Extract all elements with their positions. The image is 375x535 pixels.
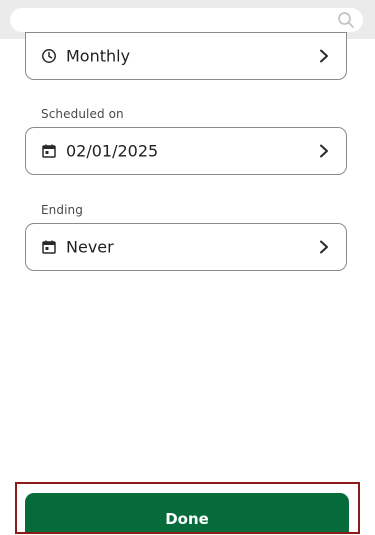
ending-label: Ending xyxy=(41,203,83,217)
done-button[interactable]: Done xyxy=(25,493,349,532)
scheduled-on-label: Scheduled on xyxy=(41,107,124,121)
search-icon xyxy=(338,12,354,28)
clock-icon xyxy=(42,49,56,63)
chevron-right-icon xyxy=(320,49,328,63)
frequency-value: Monthly xyxy=(66,46,131,66)
ending-value: Never xyxy=(66,237,114,257)
chevron-right-icon xyxy=(320,144,328,158)
search-input[interactable] xyxy=(10,8,363,32)
scheduled-on-value: 02/01/2025 xyxy=(66,141,159,161)
scheduled-on-field[interactable]: 02/01/2025 xyxy=(25,127,347,175)
ending-field[interactable]: Never xyxy=(25,223,347,271)
calendar-icon xyxy=(42,144,56,158)
frequency-field[interactable]: Monthly xyxy=(25,32,347,80)
chevron-right-icon xyxy=(320,240,328,254)
done-button-label: Done xyxy=(165,510,209,528)
calendar-icon xyxy=(42,240,56,254)
done-button-highlight: Done xyxy=(15,482,360,534)
